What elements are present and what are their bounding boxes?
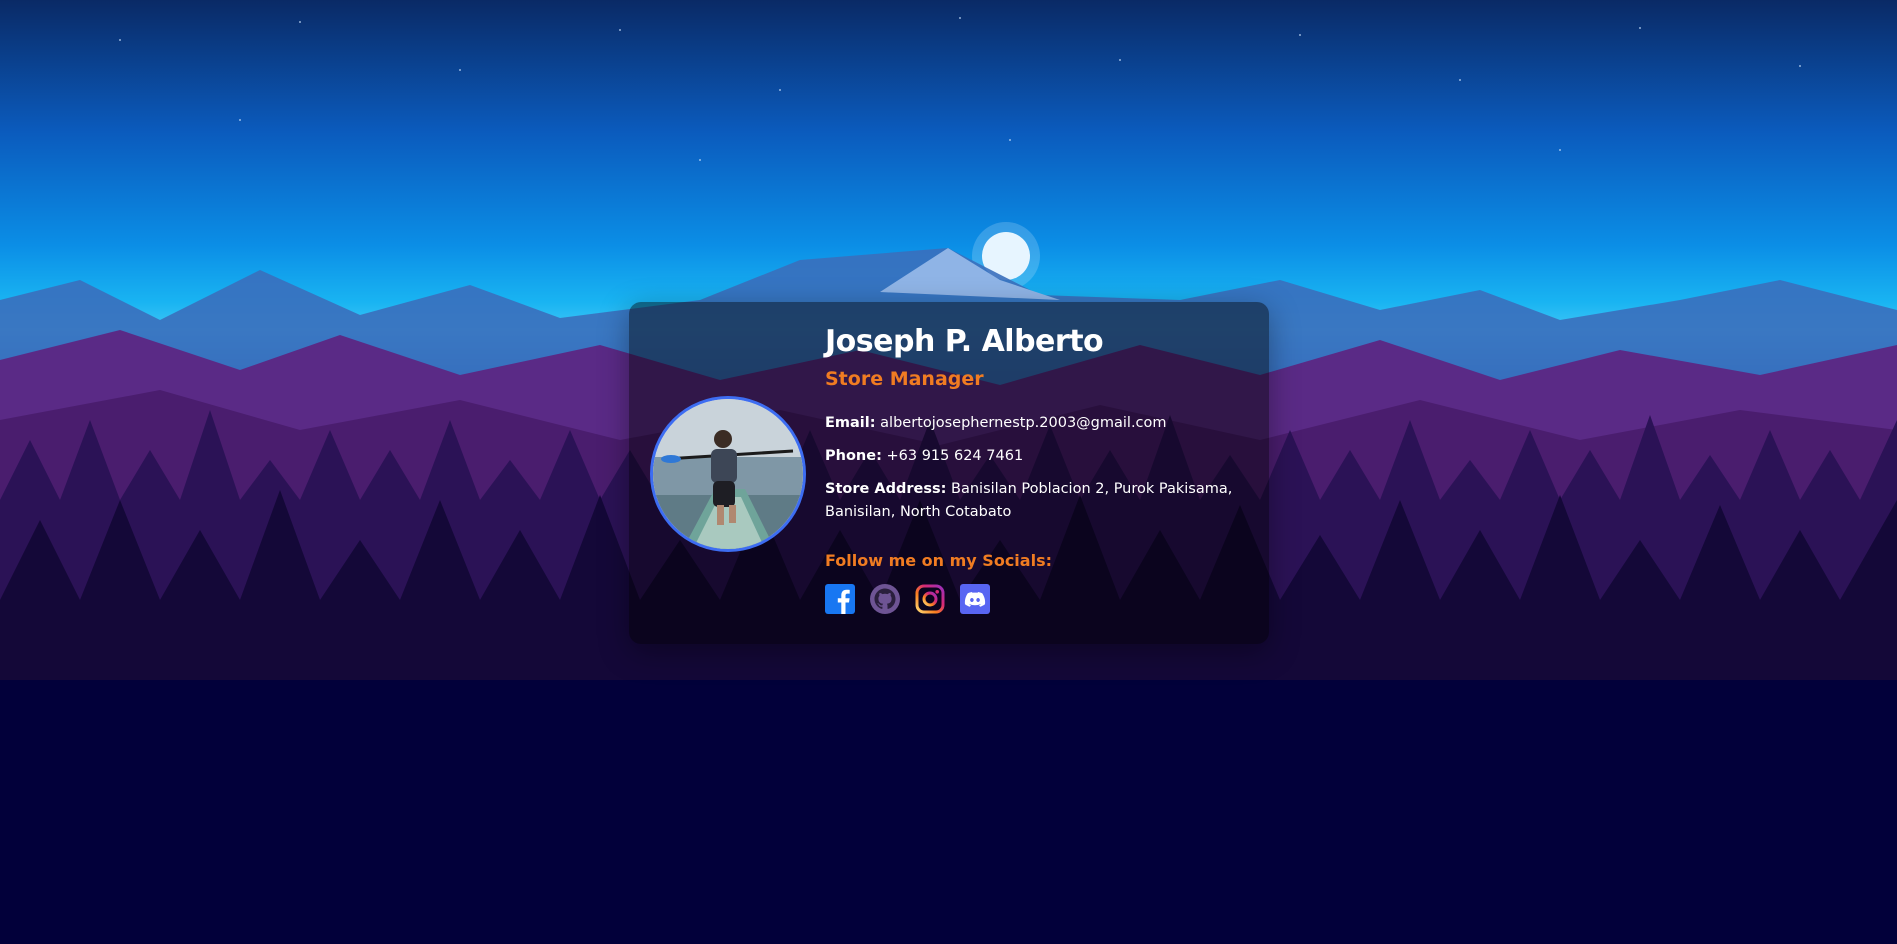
profile-photo (653, 399, 803, 549)
discord-icon[interactable] (960, 584, 990, 614)
social-links (825, 584, 1255, 614)
address-label: Store Address: (825, 481, 947, 497)
email-label: Email: (825, 415, 876, 431)
profile-card: Joseph P. Alberto Store Manager Email: a… (629, 302, 1269, 644)
phone-label: Phone: (825, 448, 882, 464)
address-row: Store Address: Banisilan Poblacion 2, Pu… (825, 478, 1255, 524)
phone-value[interactable]: +63 915 624 7461 (886, 448, 1023, 464)
profile-name: Joseph P. Alberto (825, 324, 1104, 359)
email-row: Email: albertojosephernestp.2003@gmail.c… (825, 412, 1255, 435)
facebook-icon[interactable] (825, 584, 855, 614)
contact-details: Email: albertojosephernestp.2003@gmail.c… (825, 412, 1255, 524)
avatar (650, 396, 806, 552)
instagram-icon[interactable] (915, 584, 945, 614)
email-value[interactable]: albertojosephernestp.2003@gmail.com (880, 415, 1166, 431)
github-icon[interactable] (870, 584, 900, 614)
job-title: Store Manager (825, 368, 984, 390)
socials-label: Follow me on my Socials: (825, 551, 1052, 570)
phone-row: Phone: +63 915 624 7461 (825, 445, 1255, 468)
